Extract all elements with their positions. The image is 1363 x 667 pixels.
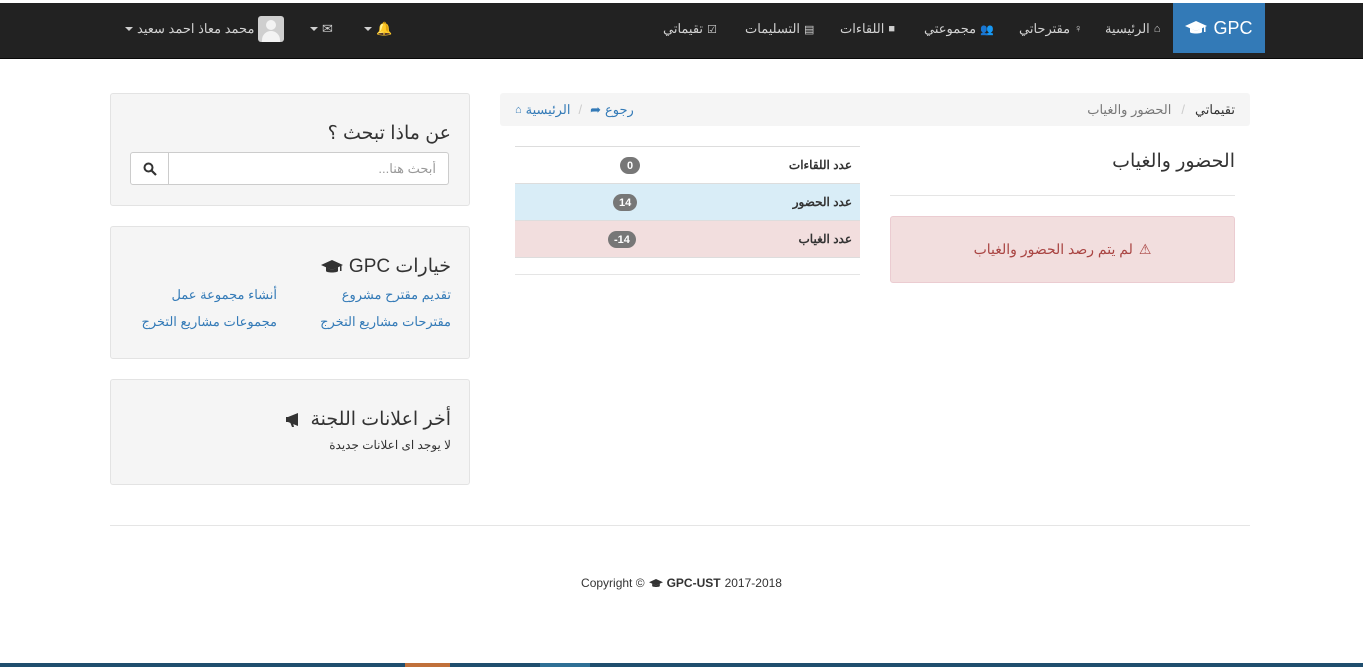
brand-label: GPC <box>1213 17 1253 38</box>
check-square-icon: ☑ <box>707 23 717 36</box>
breadcrumb-current: الحضور والغياب <box>1087 101 1172 117</box>
nav-submissions-label: التسليمات <box>745 21 801 36</box>
home-icon: ⌂ <box>515 103 522 116</box>
taskbar-edge <box>0 663 1363 667</box>
avatar <box>258 16 285 42</box>
gpc-options-panel: خيارات GPC تقديم مقترح مشروع أنشاء مجموع… <box>110 226 470 359</box>
user-name: محمد معاذ احمد سعيد <box>137 21 255 36</box>
footer: Copyright © GPC-UST 2017-2018 <box>0 576 1363 590</box>
nav-meetings-label: اللقاءات <box>840 21 885 36</box>
nav-my-group[interactable]: 👥 مجموعتي <box>924 3 994 55</box>
submit-proposal-link[interactable]: تقديم مقترح مشروع <box>342 287 451 303</box>
graduation-cap-icon <box>320 259 343 272</box>
search-panel: عن ماذا تبحث ؟ <box>110 93 470 206</box>
warning-icon: ⚠ <box>1138 241 1152 257</box>
page-title: الحضور والغياب <box>1112 151 1235 172</box>
table-row: عدد الحضور 14 <box>515 184 860 221</box>
nav-evaluations-label: تقيماتي <box>663 21 704 36</box>
attendance-stats-table: عدد اللقاءات 0 عدد الحضور 14 عدد الغياب … <box>515 146 860 258</box>
brand-link[interactable]: GPC <box>1173 3 1265 53</box>
bullhorn-icon <box>286 412 299 427</box>
top-navbar: GPC ⌂ الرئيسية ♀ مقترحاتي 👥 مجموعتي ■ ال… <box>0 3 1363 59</box>
nav-my-group-label: مجموعتي <box>924 21 977 36</box>
nav-home-label: الرئيسية <box>1105 21 1150 36</box>
footer-years: 2017-2018 <box>724 576 782 590</box>
search-input[interactable] <box>169 152 449 185</box>
chevron-down-icon <box>125 27 133 31</box>
graduation-cap-icon <box>648 578 663 587</box>
search-title: عن ماذا تبحث ؟ <box>327 123 451 144</box>
back-link[interactable]: رجوع ➦ <box>590 102 634 118</box>
bell-icon: 🔔 <box>376 21 393 36</box>
breadcrumb-separator: / <box>578 102 583 117</box>
nav-submissions[interactable]: ▤ التسليمات <box>745 3 814 55</box>
chevron-down-icon <box>364 27 372 31</box>
book-icon: ▤ <box>804 23 815 36</box>
announcements-panel: أخر اعلانات اللجنة لا يوجد اى اعلانات جد… <box>110 379 470 485</box>
divider <box>890 195 1235 196</box>
chevron-down-icon <box>310 27 318 31</box>
graduation-cap-icon <box>1185 21 1208 34</box>
home-link[interactable]: الرئيسية ⌂ <box>515 102 570 118</box>
home-icon: ⌂ <box>1153 23 1161 35</box>
announcements-title-text: أخر اعلانات اللجنة <box>310 409 451 430</box>
search-button[interactable] <box>130 152 169 185</box>
breadcrumb-separator: / <box>1181 102 1185 117</box>
nav-meetings[interactable]: ■ اللقاءات <box>840 3 895 55</box>
video-icon: ■ <box>888 23 896 35</box>
graduation-groups-link[interactable]: مجموعات مشاريع التخرج <box>141 314 277 330</box>
envelope-icon: ✉ <box>322 21 333 36</box>
meetings-count-label: عدد اللقاءات <box>788 158 852 172</box>
footer-divider <box>110 525 1250 526</box>
options-title-text: خيارات GPC <box>348 256 451 277</box>
create-group-link[interactable]: أنشاء مجموعة عمل <box>171 287 277 303</box>
home-link-label: الرئيسية <box>525 101 571 117</box>
nav-proposals-label: مقترحاتي <box>1019 21 1071 36</box>
nav-proposals[interactable]: ♀ مقترحاتي <box>1019 3 1082 55</box>
breadcrumb-root[interactable]: تقيماتي <box>1195 102 1235 118</box>
table-row: عدد اللقاءات 0 <box>515 147 860 184</box>
divider <box>515 274 860 275</box>
back-label: رجوع <box>604 101 634 117</box>
absence-count-badge: -14 <box>608 231 636 248</box>
attendance-count-label: عدد الحضور <box>792 195 852 209</box>
copyright-text: Copyright © <box>581 576 645 590</box>
user-menu[interactable]: محمد معاذ احمد سعيد <box>125 3 285 55</box>
no-announcements-text: لا يوجد اى اعلانات جديدة <box>329 438 451 452</box>
footer-brand: GPC-UST <box>666 576 721 590</box>
breadcrumb: تقيماتي / الحضور والغياب رجوع ➦ / الرئيس… <box>500 93 1250 126</box>
users-icon: 👥 <box>980 23 994 36</box>
announcements-title: أخر اعلانات اللجنة <box>286 408 451 431</box>
search-group <box>130 152 449 185</box>
attendance-alert: ⚠ لم يتم رصد الحضور والغياب <box>890 216 1235 283</box>
notifications-dropdown[interactable]: 🔔 <box>364 3 392 55</box>
nav-home[interactable]: ⌂ الرئيسية <box>1105 3 1160 55</box>
table-row: عدد الغياب -14 <box>515 221 860 258</box>
nav-evaluations[interactable]: ☑ تقيماتي <box>663 3 717 55</box>
meetings-count-badge: 0 <box>620 157 640 174</box>
lightbulb-icon: ♀ <box>1074 23 1083 35</box>
share-arrow-icon: ➦ <box>590 101 601 117</box>
alert-text: لم يتم رصد الحضور والغياب <box>973 241 1133 257</box>
options-title: خيارات GPC <box>320 255 451 278</box>
search-icon <box>143 162 157 176</box>
graduation-proposals-link[interactable]: مقترحات مشاريع التخرج <box>320 314 451 330</box>
attendance-count-badge: 14 <box>613 194 638 211</box>
messages-dropdown[interactable]: ✉ <box>310 3 333 55</box>
absence-count-label: عدد الغياب <box>798 232 853 246</box>
